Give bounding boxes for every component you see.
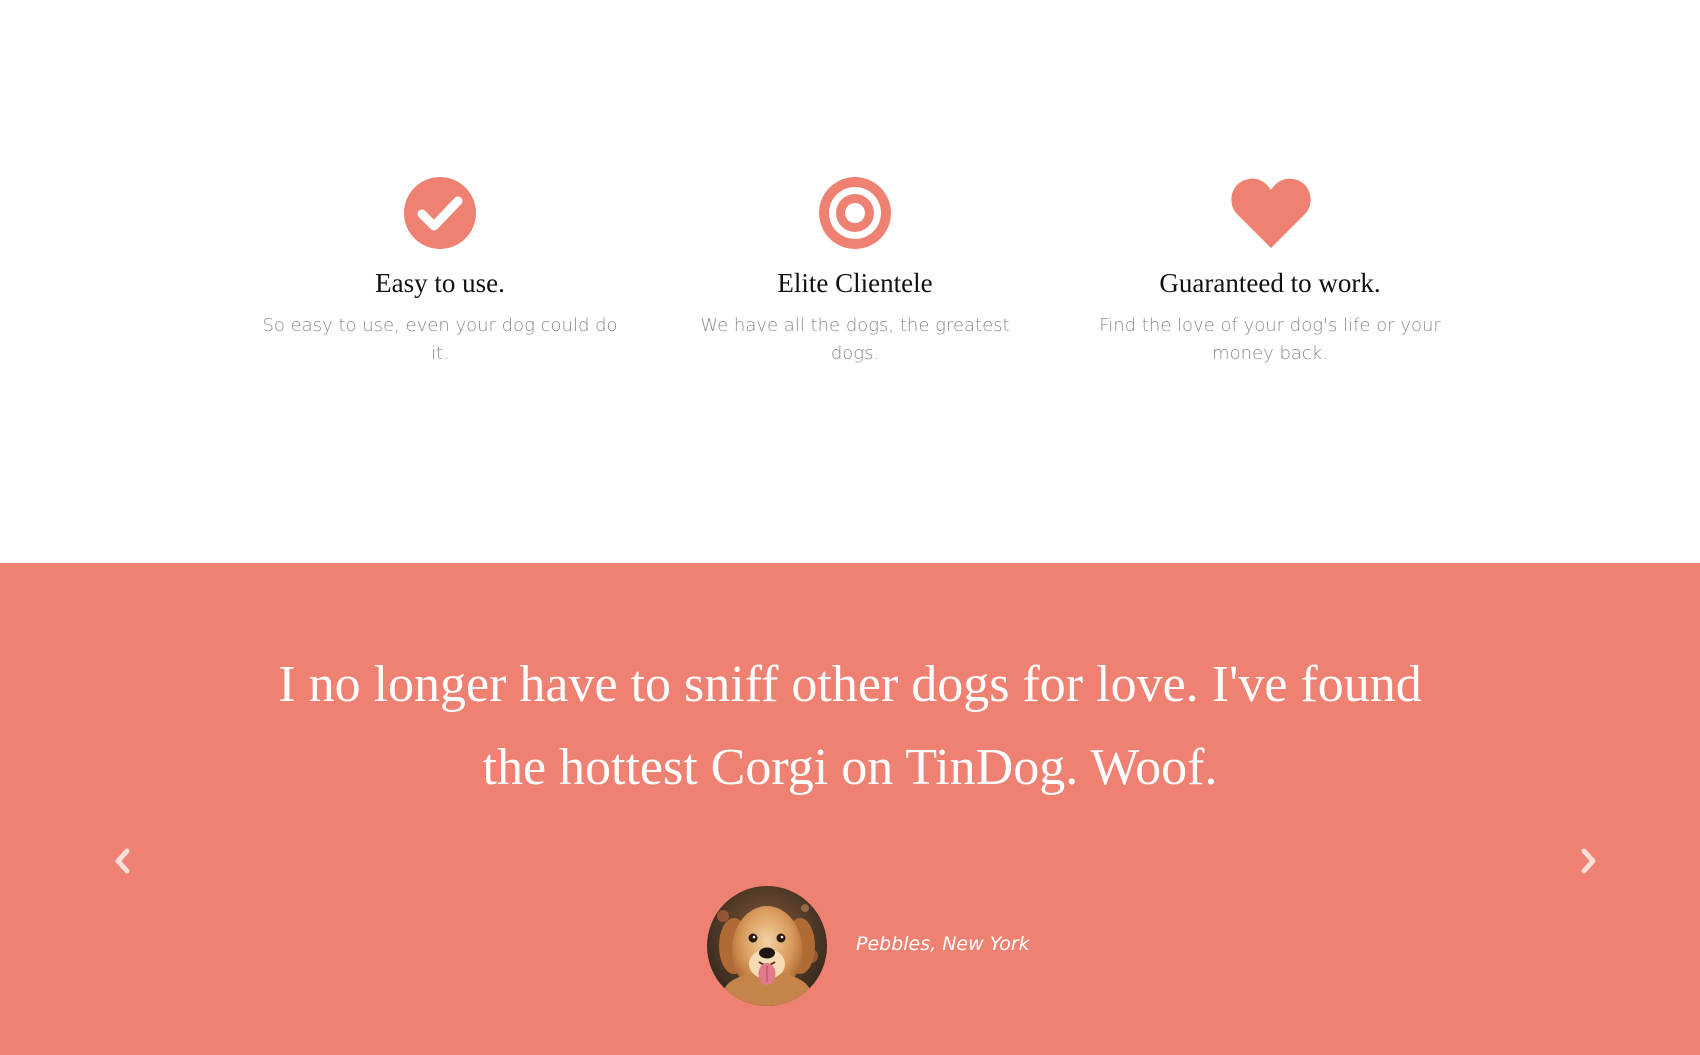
check-circle-icon [400, 176, 480, 252]
bullseye-icon [815, 176, 895, 252]
feature-title: Elite Clientele [777, 268, 933, 298]
feature-title: Easy to use. [375, 268, 505, 298]
feature-text: So easy to use, even your dog could do i… [262, 315, 618, 364]
testimonial-quote: I no longer have to sniff other dogs for… [278, 656, 1422, 796]
feature-title: Guaranteed to work. [1159, 268, 1381, 298]
dog-photo [707, 886, 827, 1006]
feature-easy-to-use: Easy to use. So easy to use, even your d… [260, 176, 620, 364]
feature-guaranteed: Guaranteed to work. Find the love of you… [1090, 176, 1450, 364]
testimonial-carousel: I no longer have to sniff other dogs for… [0, 563, 1700, 1055]
avatar [707, 886, 827, 1006]
feature-text: We have all the dogs, the greatest dogs. [700, 315, 1010, 364]
features-section: Easy to use. So easy to use, even your d… [0, 0, 1700, 563]
chevron-left-icon [115, 848, 130, 874]
feature-elite-clientele: Elite Clientele We have all the dogs, th… [675, 176, 1035, 364]
heart-icon [1230, 176, 1311, 252]
carousel-next-button[interactable] [1569, 841, 1609, 881]
chevron-right-icon [1581, 848, 1596, 874]
testimonial-author: Pebbles, New York [856, 933, 1030, 955]
feature-text: Find the love of your dog's life or your… [1099, 315, 1441, 364]
carousel-prev-button[interactable] [102, 841, 142, 881]
